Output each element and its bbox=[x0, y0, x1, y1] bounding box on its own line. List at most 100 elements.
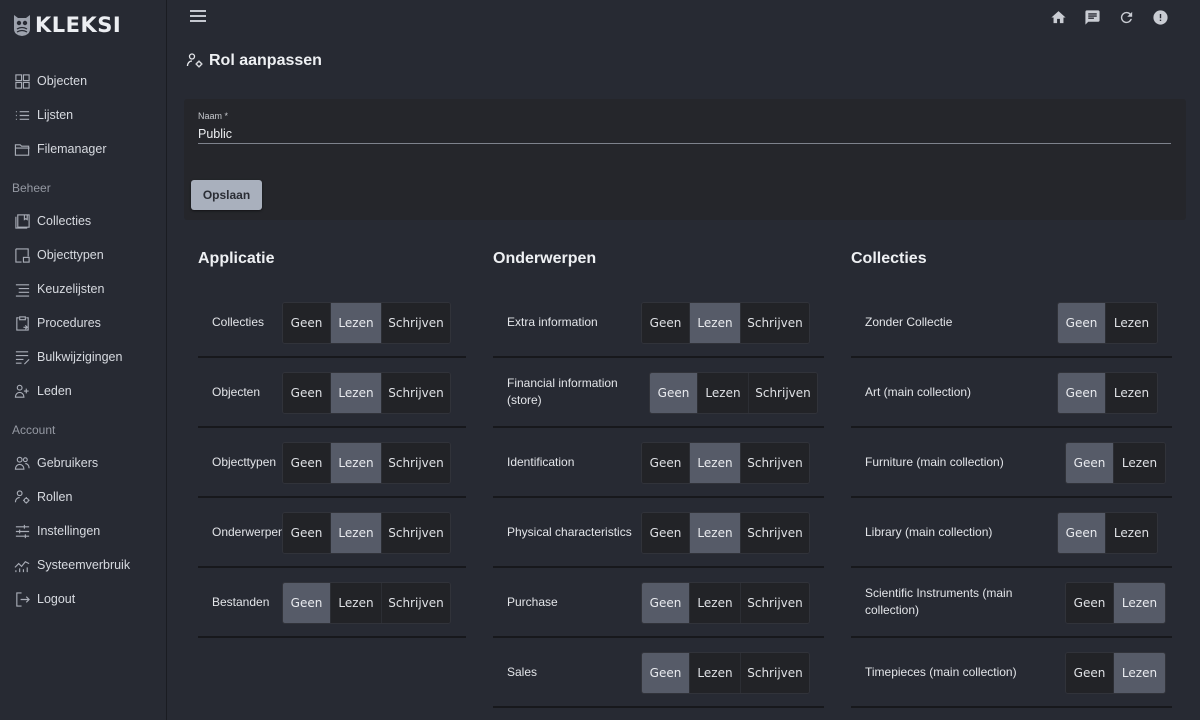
page-title-text: Rol aanpassen bbox=[209, 52, 322, 69]
permission-option-lezen[interactable]: Lezen bbox=[331, 373, 382, 413]
permission-option-geen[interactable]: Geen bbox=[1066, 583, 1114, 623]
sidebar-item-logout[interactable]: Logout bbox=[0, 582, 166, 616]
permission-option-geen[interactable]: Geen bbox=[1058, 303, 1106, 343]
roles-icon bbox=[13, 488, 31, 506]
sidebar-item-instellingen[interactable]: Instellingen bbox=[0, 514, 166, 548]
permission-option-geen[interactable]: Geen bbox=[1066, 443, 1114, 483]
permission-option-geen[interactable]: Geen bbox=[1058, 373, 1106, 413]
permission-option-geen[interactable]: Geen bbox=[283, 513, 331, 553]
permission-option-lezen[interactable]: Lezen bbox=[331, 513, 382, 553]
permission-option-geen[interactable]: Geen bbox=[642, 443, 690, 483]
permission-option-schrijven[interactable]: Schrijven bbox=[741, 303, 809, 343]
alert-button[interactable] bbox=[1151, 8, 1170, 27]
permission-row: Physical characteristics Geen Lezen Schrijv… bbox=[493, 498, 824, 568]
permission-option-schrijven[interactable]: Schrijven bbox=[382, 443, 450, 483]
sidebar-item-objecttypen[interactable]: Objecttypen bbox=[0, 238, 166, 272]
permission-row: Extra information Geen Lezen Schrijven bbox=[493, 288, 824, 358]
permission-option-schrijven[interactable]: Schrijven bbox=[382, 513, 450, 553]
logout-icon bbox=[13, 590, 31, 608]
permission-toggle-group: Geen Lezen Schrijven bbox=[282, 582, 451, 624]
home-button[interactable] bbox=[1049, 8, 1068, 27]
permission-option-lezen[interactable]: Lezen bbox=[1106, 373, 1157, 413]
permission-label: Financial information (store) bbox=[507, 376, 618, 407]
permission-option-lezen[interactable]: Lezen bbox=[331, 443, 382, 483]
permission-option-schrijven[interactable]: Schrijven bbox=[741, 653, 809, 693]
clipboard-icon bbox=[13, 314, 31, 332]
refresh-icon bbox=[1120, 11, 1133, 24]
permission-label: Art (main collection) bbox=[865, 384, 972, 399]
section-onderwerpen: Onderwerpen Extra information Geen Lezen Sc… bbox=[493, 250, 824, 708]
sidebar-item-bulkwijzigingen[interactable]: Bulkwijzigingen bbox=[0, 340, 166, 374]
permission-toggle-group: Geen Lezen bbox=[1057, 302, 1158, 344]
permission-option-geen[interactable]: Geen bbox=[650, 373, 698, 413]
sidebar-item-filemanager[interactable]: Filemanager bbox=[0, 132, 166, 166]
permission-label: Timepieces (main collection) bbox=[865, 664, 1017, 679]
sidebar-item-label: Rollen bbox=[37, 490, 73, 504]
permission-option-geen[interactable]: Geen bbox=[1058, 513, 1106, 553]
feedback-button[interactable] bbox=[1083, 8, 1102, 27]
permission-option-lezen[interactable]: Lezen bbox=[1114, 583, 1165, 623]
sidebar-item-label: Keuzelijsten bbox=[37, 282, 105, 296]
sidebar-nav: Objecten Lijsten Filemanager Beheer Coll… bbox=[0, 64, 166, 616]
hamburger-icon bbox=[190, 10, 206, 12]
sliders-icon bbox=[13, 522, 31, 540]
sidebar-item-gebruikers[interactable]: Gebruikers bbox=[0, 446, 166, 480]
permission-option-geen[interactable]: Geen bbox=[642, 583, 690, 623]
permission-option-geen[interactable]: Geen bbox=[283, 583, 331, 623]
permission-toggle-group: Geen Lezen Schrijven bbox=[641, 302, 810, 344]
section-title: Onderwerpen bbox=[493, 250, 597, 267]
permission-option-lezen[interactable]: Lezen bbox=[690, 653, 741, 693]
roles-icon bbox=[186, 53, 203, 68]
permission-option-lezen[interactable]: Lezen bbox=[690, 513, 741, 553]
permission-toggle-group: Geen Lezen Schrijven bbox=[282, 512, 451, 554]
logo[interactable]: KLEKSI bbox=[12, 10, 121, 40]
permission-label: Furniture (main collection) bbox=[865, 454, 1004, 469]
permission-option-lezen[interactable]: Lezen bbox=[1114, 653, 1165, 693]
permission-option-geen[interactable]: Geen bbox=[283, 373, 331, 413]
menu-toggle-button[interactable] bbox=[190, 10, 206, 24]
save-button[interactable]: Opslaan bbox=[191, 180, 262, 210]
permission-option-lezen[interactable]: Lezen bbox=[1106, 303, 1157, 343]
permission-option-lezen[interactable]: Lezen bbox=[1106, 513, 1157, 553]
sidebar-item-objecten[interactable]: Objecten bbox=[0, 64, 166, 98]
permission-row: Financial information (store) Geen Lezen Sc… bbox=[493, 358, 824, 428]
sidebar-item-procedures[interactable]: Procedures bbox=[0, 306, 166, 340]
name-field[interactable] bbox=[198, 124, 1171, 144]
permission-option-schrijven[interactable]: Schrijven bbox=[741, 583, 809, 623]
permission-option-schrijven[interactable]: Schrijven bbox=[749, 373, 817, 413]
folder-icon bbox=[13, 140, 31, 158]
sidebar-item-label: Logout bbox=[37, 592, 76, 606]
permission-option-geen[interactable]: Geen bbox=[283, 303, 331, 343]
permission-option-schrijven[interactable]: Schrijven bbox=[741, 513, 809, 553]
permission-option-lezen[interactable]: Lezen bbox=[690, 303, 741, 343]
sidebar-item-systeemverbruik[interactable]: Systeemverbruik bbox=[0, 548, 166, 582]
sidebar-item-collecties[interactable]: Collecties bbox=[0, 204, 166, 238]
permission-option-schrijven[interactable]: Schrijven bbox=[382, 303, 450, 343]
users-icon bbox=[13, 454, 31, 472]
sidebar-item-keuzelijsten[interactable]: Keuzelijsten bbox=[0, 272, 166, 306]
permission-option-geen[interactable]: Geen bbox=[283, 443, 331, 483]
permission-option-lezen[interactable]: Lezen bbox=[331, 583, 382, 623]
sidebar-item-lijsten[interactable]: Lijsten bbox=[0, 98, 166, 132]
permission-option-lezen[interactable]: Lezen bbox=[698, 373, 749, 413]
permission-option-geen[interactable]: Geen bbox=[1066, 653, 1114, 693]
sidebar-item-rollen[interactable]: Rollen bbox=[0, 480, 166, 514]
permission-option-lezen[interactable]: Lezen bbox=[1114, 443, 1165, 483]
sidebar-item-label: Systeemverbruik bbox=[37, 558, 131, 572]
permission-option-lezen[interactable]: Lezen bbox=[690, 443, 741, 483]
permission-option-schrijven[interactable]: Schrijven bbox=[382, 373, 450, 413]
permission-option-geen[interactable]: Geen bbox=[642, 513, 690, 553]
permission-row: Identification Geen Lezen Schrijven bbox=[493, 428, 824, 498]
permission-option-lezen[interactable]: Lezen bbox=[331, 303, 382, 343]
permission-toggle-group: Geen Lezen Schrijven bbox=[641, 512, 810, 554]
permission-option-schrijven[interactable]: Schrijven bbox=[741, 443, 809, 483]
permission-option-lezen[interactable]: Lezen bbox=[690, 583, 741, 623]
permission-option-schrijven[interactable]: Schrijven bbox=[382, 583, 450, 623]
permission-option-geen[interactable]: Geen bbox=[642, 303, 690, 343]
permission-option-geen[interactable]: Geen bbox=[642, 653, 690, 693]
sidebar-item-leden[interactable]: Leden bbox=[0, 374, 166, 408]
refresh-button[interactable] bbox=[1117, 8, 1136, 27]
permission-row: Purchase Geen Lezen Schrijven bbox=[493, 568, 824, 638]
sidebar-item-label: Collecties bbox=[37, 214, 92, 228]
list-icon bbox=[13, 106, 31, 124]
